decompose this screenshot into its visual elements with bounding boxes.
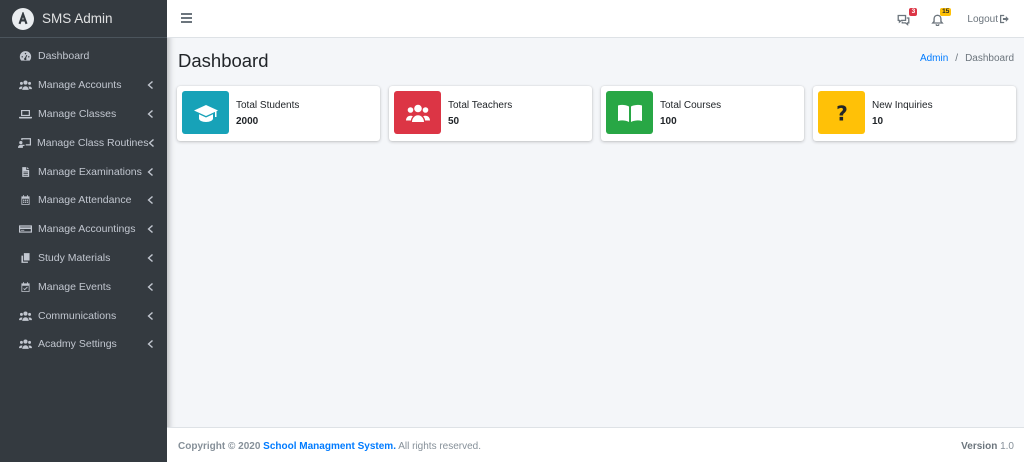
chevron-left-icon: [147, 253, 155, 262]
svg-text:?: ?: [836, 102, 848, 124]
question-icon: ?: [836, 102, 848, 124]
brand-logo-icon: [12, 7, 34, 30]
laptop-icon: [18, 108, 32, 120]
info-box-icon: [394, 91, 441, 134]
info-box-label: Total Students: [236, 100, 300, 111]
chevron-left-icon: [147, 109, 155, 118]
sidebar-item-label: Manage Class Routines: [37, 136, 149, 149]
footer-org-link[interactable]: School Managment System.: [263, 441, 396, 452]
sidebar-nav: Dashboard Manage Accounts Manage Classes…: [0, 38, 167, 359]
copyright-text: Copyright © 2020: [178, 441, 261, 452]
chevron-left-icon: [147, 311, 155, 320]
info-box-label: Total Teachers: [448, 100, 513, 111]
brand-title: SMS Admin: [42, 11, 113, 26]
info-box-icon: ?: [818, 91, 865, 134]
sidebar-item-acadmy-settings[interactable]: Acadmy Settings: [0, 330, 167, 359]
sidebar-item-manage-attendance[interactable]: Manage Attendance: [0, 186, 167, 215]
sidebar-item-manage-events[interactable]: Manage Events: [0, 272, 167, 301]
graduation-cap-icon: [193, 104, 218, 122]
breadcrumb-separator: /: [955, 53, 959, 64]
chevron-left-icon: [148, 138, 155, 147]
footer: Copyright © 2020 School Managment System…: [167, 427, 1024, 462]
sidebar-item-manage-classes[interactable]: Manage Classes: [0, 100, 167, 129]
users-icon: [18, 310, 32, 322]
comments-icon: [897, 14, 910, 26]
chevron-left-icon: [147, 340, 155, 349]
sidebar-item-communications[interactable]: Communications: [0, 301, 167, 330]
sidebar-item-label: Dashboard: [38, 50, 90, 63]
users-icon: [18, 79, 32, 91]
info-box-value: 100: [660, 116, 677, 127]
sidebar-item-manage-accountings[interactable]: Manage Accountings: [0, 215, 167, 244]
info-box-label: Total Courses: [660, 100, 722, 111]
menu-toggle-icon[interactable]: [181, 13, 192, 25]
navbar-right: 3 15 Logout: [877, 0, 1010, 38]
sidebar-item-dashboard[interactable]: Dashboard: [0, 42, 167, 71]
sidebar: SMS Admin Dashboard Manage Accounts Mana…: [0, 0, 167, 462]
breadcrumb: Admin / Dashboard: [920, 53, 1014, 64]
book-open-icon: [617, 104, 642, 122]
chevron-left-icon: [147, 167, 155, 176]
info-box-total-courses: Total Courses 100: [601, 86, 804, 141]
info-box-total-teachers: Total Teachers 50: [389, 86, 592, 141]
info-box-icon: [182, 91, 229, 134]
sidebar-item-label: Study Materials: [38, 251, 111, 264]
sidebar-item-label: Manage Attendance: [38, 194, 132, 207]
tachometer-icon: [18, 50, 32, 62]
sidebar-item-label: Manage Accountings: [38, 223, 136, 236]
messages-badge: 3: [909, 8, 918, 16]
breadcrumb-current: Dashboard: [965, 53, 1014, 64]
sidebar-item-study-materials[interactable]: Study Materials: [0, 244, 167, 273]
sidebar-item-label: Manage Events: [38, 280, 111, 293]
info-box-total-students: Total Students 2000: [177, 86, 380, 141]
chevron-left-icon: [147, 225, 155, 234]
sidebar-item-manage-accounts[interactable]: Manage Accounts: [0, 71, 167, 100]
page-title: Dashboard: [178, 50, 269, 71]
chevron-left-icon: [147, 81, 155, 90]
sidebar-item-label: Manage Accounts: [38, 79, 122, 92]
logout-link[interactable]: Logout: [967, 14, 1010, 25]
chevron-left-icon: [147, 196, 155, 205]
logout-label: Logout: [967, 13, 998, 25]
version-label: Version: [961, 441, 998, 452]
sidebar-item-manage-examinations[interactable]: Manage Examinations: [0, 157, 167, 186]
info-box-value: 10: [872, 116, 884, 127]
chalkboard-teacher-icon: [18, 137, 31, 149]
sidebar-item-label: Manage Classes: [38, 107, 117, 120]
sidebar-item-label: Acadmy Settings: [38, 338, 117, 351]
info-box-value: 2000: [236, 116, 259, 127]
sidebar-item-label: Communications: [38, 309, 117, 322]
users-icon: [405, 104, 430, 122]
sign-out-icon: [1000, 14, 1009, 24]
breadcrumb-home-link[interactable]: Admin: [920, 53, 948, 64]
brand-link[interactable]: SMS Admin: [0, 0, 167, 38]
credit-card-icon: [18, 223, 32, 235]
footer-version: Version 1.0: [961, 441, 1014, 452]
version-number: 1.0: [1000, 441, 1014, 452]
top-navbar: 3 15 Logout: [167, 0, 1024, 38]
footer-rights: All rights reserved.: [398, 441, 482, 452]
chevron-left-icon: [147, 282, 155, 291]
calendar-check-icon: [18, 281, 32, 293]
info-box-icon: [606, 91, 653, 134]
info-box-new-inquiries: ? New Inquiries 10: [813, 86, 1016, 141]
users-icon: [18, 338, 32, 350]
file-alt-icon: [18, 166, 32, 178]
copy-icon: [18, 252, 32, 264]
footer-copyright: Copyright © 2020 School Managment System…: [178, 441, 481, 452]
notifications-button[interactable]: 15: [931, 8, 952, 27]
info-box-value: 50: [448, 116, 460, 127]
info-box-label: New Inquiries: [872, 100, 933, 111]
sidebar-item-label: Manage Examinations: [38, 165, 142, 178]
calendar-icon: [18, 194, 32, 206]
messages-button[interactable]: 3: [897, 8, 918, 26]
sidebar-item-manage-class-routines[interactable]: Manage Class Routines: [0, 128, 167, 157]
notifications-badge: 15: [940, 8, 952, 16]
